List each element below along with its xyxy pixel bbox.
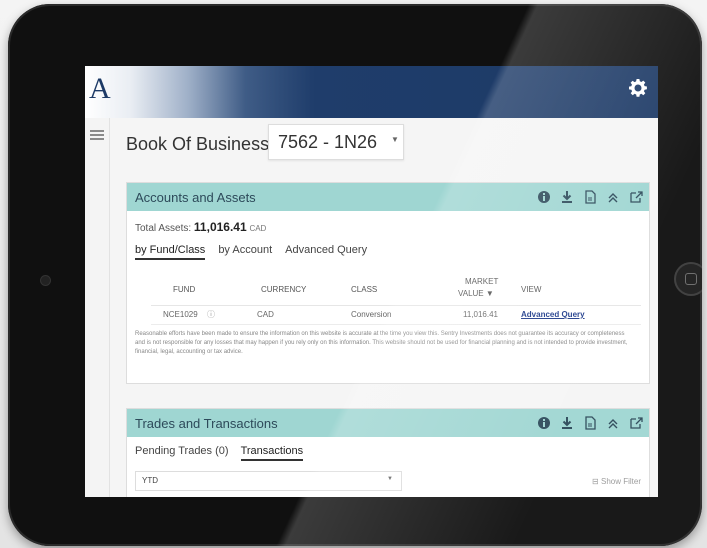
info-circle-icon[interactable]: ⓘ (207, 309, 215, 320)
logo[interactable]: A (89, 74, 111, 104)
caret-down-icon: ▼ (391, 135, 399, 144)
trades-panel-header: Trades and Transactions (127, 409, 649, 437)
show-filter-label: Show Filter (600, 477, 641, 486)
trades-tabs: Pending Trades (0) Transactions (135, 445, 304, 461)
ipad-frame: A Book Of Business 7562 - 1N26 ▼ Account… (8, 4, 702, 546)
table-row: NCE1029 ⓘ CAD Conversion 11,016.41 Advan… (151, 306, 641, 325)
period-select[interactable]: YTD ▼ (135, 471, 402, 491)
tab-transactions[interactable]: Transactions (240, 445, 304, 461)
info-icon[interactable] (537, 189, 551, 205)
pdf-icon[interactable] (583, 415, 597, 431)
total-assets-label: Total Assets: (135, 223, 192, 234)
row-class: Conversion (351, 310, 392, 319)
tab-pending-trades[interactable]: Pending Trades (0) (135, 445, 229, 461)
accounts-panel-title: Accounts and Assets (135, 190, 256, 205)
tab-by-fund-class[interactable]: by Fund/Class (135, 244, 206, 260)
tab-advanced-query[interactable]: Advanced Query (285, 244, 367, 260)
app-screen: A Book Of Business 7562 - 1N26 ▼ Account… (85, 66, 658, 497)
show-filter[interactable]: ⊟ Show Filter (592, 477, 641, 486)
column-class[interactable]: CLASS (351, 285, 377, 294)
pdf-icon[interactable] (583, 189, 597, 205)
column-view: VIEW (521, 285, 542, 294)
column-value[interactable]: VALUE ▼ (458, 289, 494, 298)
total-assets-value: 11,016.41 (193, 220, 247, 234)
info-icon[interactable] (537, 415, 551, 431)
row-fund: NCE1029 (163, 310, 198, 319)
trades-panel: Trades and Transactions Pending Trades (… (126, 408, 650, 497)
tab-by-account[interactable]: by Account (218, 244, 272, 260)
home-button[interactable] (674, 262, 702, 296)
column-currency[interactable]: CURRENCY (261, 285, 306, 294)
collapse-icon[interactable] (606, 189, 620, 205)
period-select-value: YTD (142, 476, 158, 485)
table-header: FUND CURRENCY CLASS MARKET VALUE ▼ VIEW (151, 273, 641, 306)
book-select-value: 7562 - 1N26 (278, 132, 378, 152)
book-select[interactable]: 7562 - 1N26 ▼ (268, 124, 404, 160)
row-market-value: 11,016.41 (463, 310, 498, 319)
column-fund[interactable]: FUND (173, 285, 195, 294)
sidebar (85, 118, 110, 497)
camera-icon (41, 276, 50, 285)
filter-icon: ⊟ (592, 477, 599, 486)
menu-icon[interactable] (90, 130, 104, 140)
gear-icon[interactable] (628, 78, 648, 98)
top-bar: A (85, 66, 658, 118)
accounts-panel-header: Accounts and Assets (127, 183, 649, 211)
row-currency: CAD (257, 310, 274, 319)
column-market[interactable]: MARKET (465, 277, 498, 286)
accounts-panel: Accounts and Assets Total Assets: 11,016… (126, 182, 650, 384)
total-assets-currency: CAD (249, 224, 267, 233)
total-assets: Total Assets: 11,016.41 CAD (135, 220, 266, 234)
main-content: Book Of Business 7562 - 1N26 ▼ Accounts … (110, 118, 658, 497)
download-icon[interactable] (560, 415, 574, 431)
caret-down-icon: ▼ (387, 476, 393, 482)
external-link-icon[interactable] (629, 415, 643, 431)
collapse-icon[interactable] (606, 415, 620, 431)
trades-panel-title: Trades and Transactions (135, 416, 278, 431)
download-icon[interactable] (560, 189, 574, 205)
page-title: Book Of Business (126, 134, 270, 154)
external-link-icon[interactable] (629, 189, 643, 205)
row-view-link[interactable]: Advanced Query (521, 310, 585, 319)
accounts-tabs: by Fund/Class by Account Advanced Query (135, 244, 367, 260)
disclaimer: Reasonable efforts have been made to ens… (135, 331, 628, 355)
